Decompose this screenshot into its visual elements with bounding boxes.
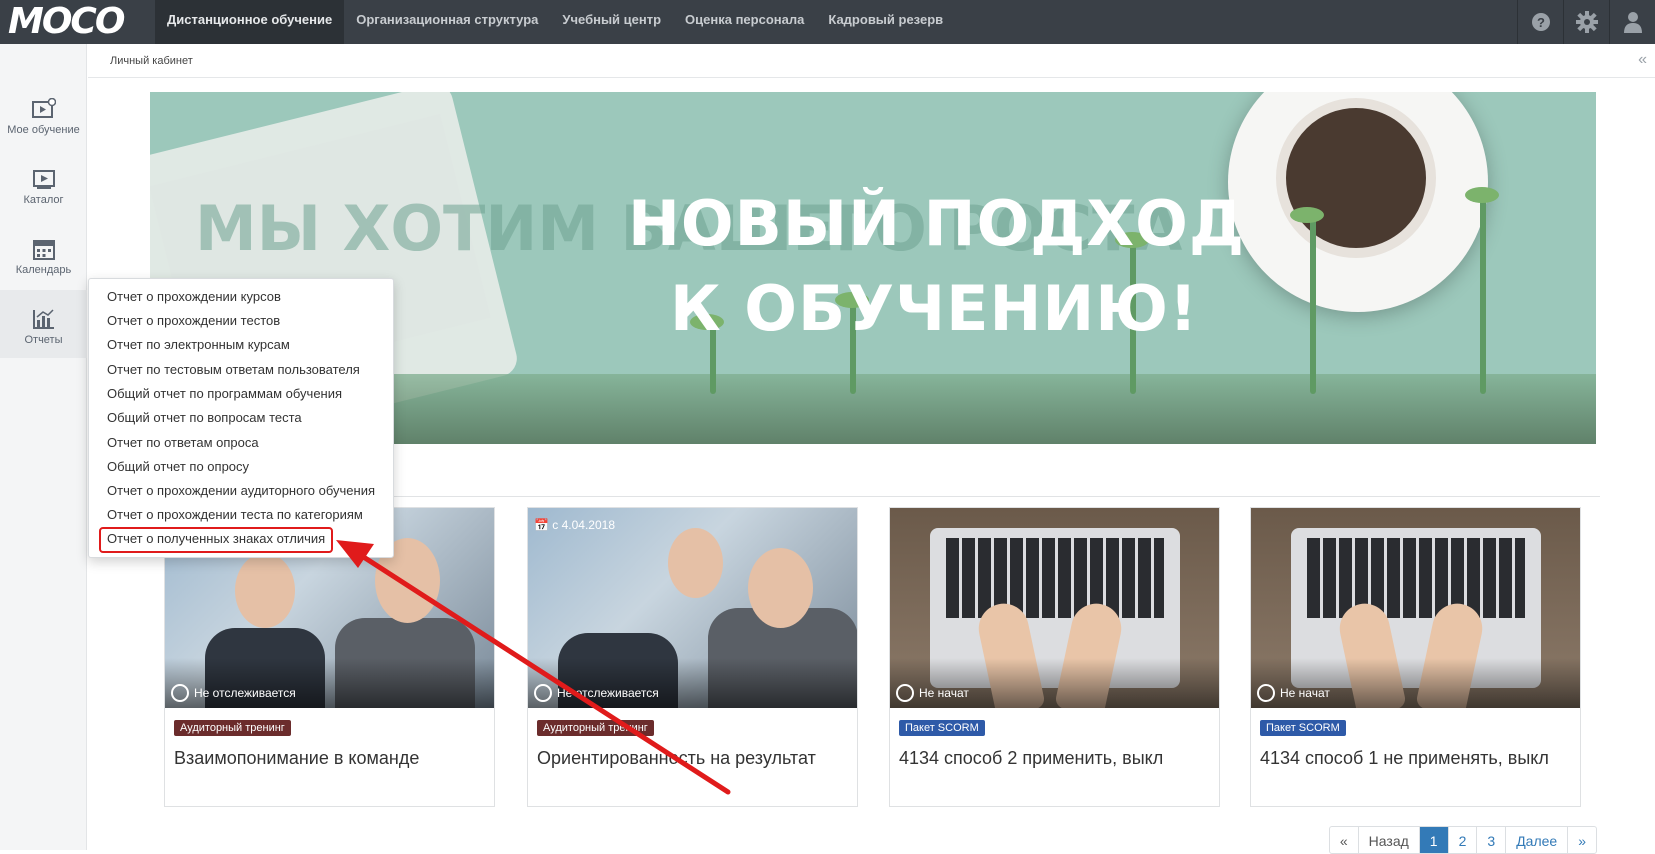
status-ring-icon [896, 684, 914, 702]
course-status: Не отслеживается [534, 684, 659, 702]
menu-item-classroom-report[interactable]: Отчет о прохождении аудиторного обучения [107, 483, 375, 498]
svg-text:?: ? [1537, 15, 1545, 30]
reports-dropdown-menu: Отчет о прохождении курсов Отчет о прохо… [88, 278, 394, 558]
breadcrumb-bar: Личный кабинет « [88, 44, 1655, 78]
menu-item-programs-report[interactable]: Общий отчет по программам обучения [107, 386, 342, 401]
nav-distance-learning[interactable]: Дистанционное обучение [155, 0, 345, 44]
menu-item-test-categories-report[interactable]: Отчет о прохождении теста по категориям [107, 507, 363, 522]
course-title[interactable]: Взаимопонимание в команде [174, 748, 419, 769]
course-type-badge: Пакет SCORM [1260, 720, 1346, 736]
user-icon[interactable] [1609, 0, 1655, 44]
sprout-image [1310, 214, 1316, 394]
menu-item-course-report[interactable]: Отчет о прохождении курсов [107, 289, 281, 304]
collapse-panel-icon[interactable]: « [1638, 51, 1647, 69]
menu-item-survey-report[interactable]: Общий отчет по опросу [107, 459, 249, 474]
course-card[interactable]: Не начат Пакет SCORM 4134 способ 2 приме… [889, 507, 1220, 807]
course-title[interactable]: 4134 способ 2 применить, выкл [899, 748, 1163, 769]
course-date: 📅 с 4.04.2018 [534, 518, 615, 532]
nav-org-structure[interactable]: Организационная структура [344, 0, 550, 44]
sidebar-item-my-learning[interactable]: Мое обучение [0, 80, 87, 148]
course-title[interactable]: 4134 способ 1 не применять, выкл [1260, 748, 1549, 769]
sidebar-item-label: Календарь [15, 264, 72, 276]
my-learning-icon [31, 98, 56, 118]
menu-item-test-report[interactable]: Отчет о прохождении тестов [107, 313, 280, 328]
calendar-icon [32, 240, 55, 260]
course-status: Не отслеживается [171, 684, 296, 702]
top-navigation-bar: MOCO Дистанционное обучение Организацион… [0, 0, 1655, 44]
course-title[interactable]: Ориентированность на результат [537, 748, 816, 769]
sidebar-item-calendar[interactable]: Календарь [0, 220, 87, 288]
nav-talent-pool[interactable]: Кадровый резерв [816, 0, 955, 44]
course-image: Не начат [1251, 508, 1580, 708]
top-icons: ? [1517, 0, 1655, 44]
menu-item-elearning-report[interactable]: Отчет по электронным курсам [107, 337, 290, 352]
menu-item-badges-report[interactable]: Отчет о полученных знаках отличия [107, 531, 325, 546]
sidebar-item-reports[interactable]: Отчеты [0, 290, 87, 358]
menu-item-survey-answers-report[interactable]: Отчет по ответам опроса [107, 435, 259, 450]
banner-title-line1: НОВЫЙ ПОДХОД [628, 187, 1246, 260]
leaf-image [1465, 187, 1499, 203]
catalog-icon [32, 170, 55, 189]
left-sidebar: Мое обучение Каталог Календарь Отчеты [0, 44, 87, 850]
sidebar-item-label: Мое обучение [7, 124, 80, 136]
sidebar-item-label: Отчеты [24, 334, 63, 346]
coffee-image [1276, 98, 1436, 258]
course-status: Не начат [1257, 684, 1330, 702]
nav-training-center[interactable]: Учебный центр [550, 0, 673, 44]
course-type-badge: Аудиторный тренинг [537, 720, 654, 736]
course-type-badge: Пакет SCORM [899, 720, 985, 736]
course-status: Не начат [896, 684, 969, 702]
course-card[interactable]: 📅 с 4.04.2018 Не отслеживается Аудиторны… [527, 507, 858, 807]
breadcrumb[interactable]: Личный кабинет [110, 55, 193, 67]
menu-item-test-questions-report[interactable]: Общий отчет по вопросам теста [107, 410, 302, 425]
course-card[interactable]: Не начат Пакет SCORM 4134 способ 1 не пр… [1250, 507, 1581, 807]
nav-personnel-assessment[interactable]: Оценка персонала [673, 0, 816, 44]
help-icon[interactable]: ? [1517, 0, 1563, 44]
status-ring-icon [171, 684, 189, 702]
gear-icon[interactable] [1563, 0, 1609, 44]
sprout-image [1480, 194, 1486, 394]
course-type-badge: Аудиторный тренинг [174, 720, 291, 736]
menu-item-user-test-answers-report[interactable]: Отчет по тестовым ответам пользователя [107, 362, 360, 377]
leaf-image [1290, 207, 1324, 223]
banner-title-line2: К ОБУЧЕНИЮ! [670, 272, 1199, 345]
status-ring-icon [1257, 684, 1275, 702]
sidebar-item-label: Каталог [23, 194, 64, 206]
sidebar-item-catalog[interactable]: Каталог [0, 150, 87, 218]
reports-icon [32, 309, 54, 329]
course-image: 📅 с 4.04.2018 Не отслеживается [528, 508, 857, 708]
status-ring-icon [534, 684, 552, 702]
main-nav: Дистанционное обучение Организационная с… [155, 0, 955, 44]
course-image: Не начат [890, 508, 1219, 708]
moco-logo[interactable]: MOCO [8, 3, 125, 41]
